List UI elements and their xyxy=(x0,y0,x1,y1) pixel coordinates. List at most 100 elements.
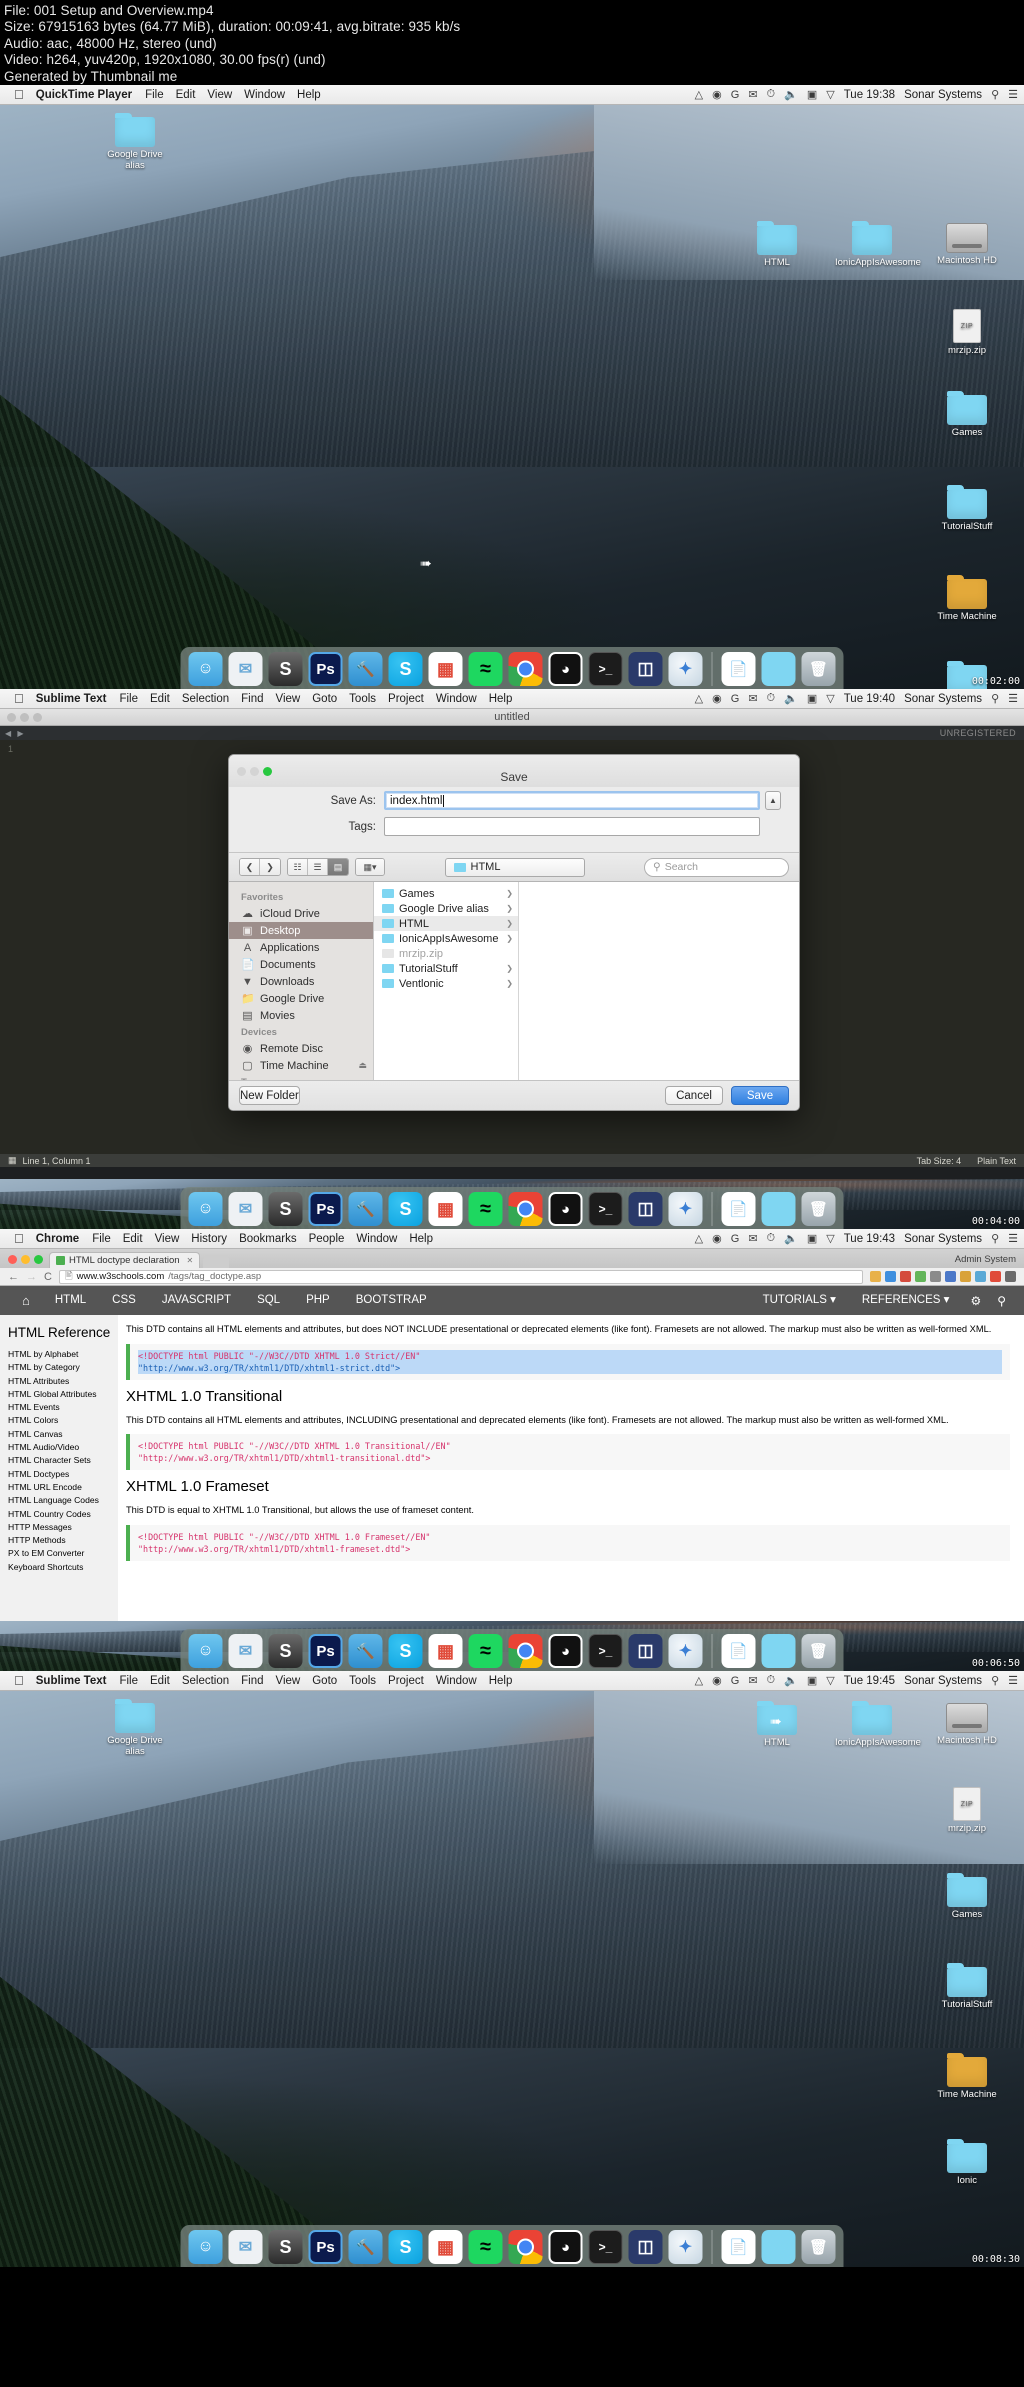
menu-bookmarks[interactable]: Bookmarks xyxy=(239,1233,297,1245)
dock-panel3[interactable] xyxy=(180,1629,844,1671)
menu-window[interactable]: Window xyxy=(436,1675,477,1687)
dock-item-sublime-text[interactable] xyxy=(268,1192,303,1226)
dropbox-icon[interactable]: △ xyxy=(695,692,703,705)
search-icon[interactable]: ⚲ xyxy=(991,1674,999,1687)
dock-item-skype[interactable] xyxy=(388,1634,423,1668)
desktop-icon-google-drive-alias[interactable]: Google Drive alias xyxy=(98,1699,172,1757)
file-row-tutorialstuff[interactable]: TutorialStuff ❯ xyxy=(374,961,518,976)
tab-size-label[interactable]: Tab Size: 4 xyxy=(917,1156,962,1166)
extension-icon[interactable] xyxy=(915,1271,926,1282)
dock-item-finder[interactable] xyxy=(188,1192,223,1226)
nav-references[interactable]: REFERENCES ▾ xyxy=(849,1286,963,1315)
save-dialog[interactable]: Save Save As: index.html ▲ Tags: ❮ ❯ ☷ ☰… xyxy=(228,754,800,1111)
dropbox-icon[interactable]: △ xyxy=(695,88,703,101)
sidebar-item-time-machine[interactable]: ▢ Time Machine ⏏ xyxy=(229,1057,373,1074)
menu-icon[interactable] xyxy=(1005,1271,1016,1282)
maximize-button[interactable] xyxy=(34,1255,43,1264)
desktop-icon-time-machine[interactable]: Time Machine xyxy=(930,575,1004,622)
desktop-icon-ionic[interactable]: Ionic xyxy=(930,2139,1004,2186)
sidebar-link-html-by-alphabet[interactable]: HTML by Alphabet xyxy=(8,1348,118,1361)
logitech-icon[interactable]: G xyxy=(731,693,740,705)
dock-item-photoshop[interactable] xyxy=(308,2230,343,2264)
desktop-icon-games[interactable]: Games xyxy=(930,1873,1004,1920)
code-block-strict[interactable]: <!DOCTYPE html PUBLIC "-//W3C//DTD XHTML… xyxy=(126,1343,1010,1380)
file-row-html[interactable]: HTML ❯ xyxy=(374,916,518,931)
reload-icon[interactable]: C xyxy=(44,1271,52,1283)
dock-item-chrome[interactable] xyxy=(508,652,543,686)
menu-file[interactable]: File xyxy=(119,1675,138,1687)
menubar-user[interactable]: Sonar Systems xyxy=(904,1233,982,1245)
menu-edit[interactable]: Edit xyxy=(150,693,170,705)
syntax-label[interactable]: Plain Text xyxy=(977,1156,1016,1166)
dock-item-safari[interactable] xyxy=(668,652,703,686)
back-icon[interactable]: ← xyxy=(8,1271,19,1283)
minimize-button[interactable] xyxy=(21,1255,30,1264)
clock-icon[interactable]: ⏱ xyxy=(767,88,776,101)
nav-css[interactable]: CSS xyxy=(99,1286,149,1315)
desktop-icon-ionicappisawesome[interactable]: IonicAppIsAwesome xyxy=(835,1701,921,1748)
dock-item-chrome[interactable] xyxy=(508,1634,543,1668)
view-mode-buttons[interactable]: ☷ ☰ ▤ xyxy=(287,858,349,876)
sidebar-link-html-attributes[interactable]: HTML Attributes xyxy=(8,1375,118,1388)
sublime-tabbar[interactable]: ◀ ▶ UNREGISTERED xyxy=(0,726,1024,740)
menu-selection[interactable]: Selection xyxy=(182,1675,229,1687)
extension-icon[interactable] xyxy=(945,1271,956,1282)
dock-item-launchpad[interactable] xyxy=(428,1634,463,1668)
extension-icon[interactable] xyxy=(870,1271,881,1282)
dock-item-downloads[interactable] xyxy=(761,652,796,686)
dock-item-finder[interactable] xyxy=(188,2230,223,2264)
sidebar-link-html-url-encode[interactable]: HTML URL Encode xyxy=(8,1481,118,1494)
menu-view[interactable]: View xyxy=(276,693,301,705)
menu-project[interactable]: Project xyxy=(388,1675,424,1687)
menubar-panel2[interactable]:  Sublime Text File Edit Selection Find … xyxy=(0,689,1024,709)
nav-javascript[interactable]: JAVASCRIPT xyxy=(149,1286,244,1315)
input-icon[interactable]: ▣ xyxy=(807,1674,817,1687)
wifi-icon[interactable]: ▽ xyxy=(826,692,834,705)
dock-item-skype[interactable] xyxy=(388,652,423,686)
dropbox-icon[interactable]: △ xyxy=(695,1674,703,1687)
extension-icon[interactable] xyxy=(900,1271,911,1282)
dock-item-visual-studio[interactable] xyxy=(628,2230,663,2264)
nav-html[interactable]: HTML xyxy=(42,1286,99,1315)
menubar-status-items[interactable]: △ ◉ G ✉ ⏱ 🔈 ▣ ▽ Tue 19:45 Sonar Systems … xyxy=(695,1674,1018,1687)
dock-item-launchpad[interactable] xyxy=(428,1192,463,1226)
sidebar-item-google-drive[interactable]: 📁 Google Drive xyxy=(229,990,373,1007)
tab-nav-arrows-icon[interactable]: ◀ ▶ xyxy=(5,729,26,738)
search-icon[interactable]: ⚲ xyxy=(991,692,999,705)
search-icon[interactable]: ⚲ xyxy=(991,88,999,101)
dock-item-obs[interactable] xyxy=(548,2230,583,2264)
menu-window[interactable]: Window xyxy=(356,1233,397,1245)
file-row-ventlonic[interactable]: Ventlonic ❯ xyxy=(374,976,518,991)
desktop-icon-mrzip[interactable]: mrzip.zip xyxy=(930,309,1004,356)
sidebar-item-remote-disc[interactable]: ◉ Remote Disc xyxy=(229,1040,373,1057)
dock-item-photoshop[interactable] xyxy=(308,652,343,686)
dock-item-documents[interactable] xyxy=(721,2230,756,2264)
browser-tab[interactable]: HTML doctype declaration ✕ xyxy=(49,1252,201,1268)
dock-item-spotify[interactable] xyxy=(468,1192,503,1226)
menu-icon[interactable]: ☰ xyxy=(1008,1232,1018,1245)
dock-item-documents[interactable] xyxy=(721,1634,756,1668)
extension-icon[interactable] xyxy=(885,1271,896,1282)
menu-goto[interactable]: Goto xyxy=(312,1675,337,1687)
extension-icon[interactable] xyxy=(990,1271,1001,1282)
menu-file[interactable]: File xyxy=(145,89,164,101)
menubar-panel4[interactable]:  Sublime Text File Edit Selection Find … xyxy=(0,1671,1024,1691)
search-icon[interactable]: ⚲ xyxy=(991,1232,999,1245)
sidebar-item-applications[interactable]: A Applications xyxy=(229,939,373,956)
menu-history[interactable]: History xyxy=(191,1233,227,1245)
record-icon[interactable]: ◉ xyxy=(712,1674,722,1687)
dock-item-sublime-text[interactable] xyxy=(268,2230,303,2264)
eject-icon[interactable]: ⏏ xyxy=(358,1060,367,1071)
apple-menu-icon[interactable]:  xyxy=(14,1674,24,1687)
record-icon[interactable]: ◉ xyxy=(712,88,722,101)
dock-item-terminal[interactable] xyxy=(588,2230,623,2264)
dock-item-chrome[interactable] xyxy=(508,1192,543,1226)
sidebar-link-html-country-codes[interactable]: HTML Country Codes xyxy=(8,1508,118,1521)
desktop-icon-html[interactable]: HTML xyxy=(740,221,814,268)
logitech-icon[interactable]: G xyxy=(731,1233,740,1245)
dock-item-finder[interactable] xyxy=(188,1634,223,1668)
menu-view[interactable]: View xyxy=(207,89,232,101)
dock-item-downloads[interactable] xyxy=(761,1192,796,1226)
volume-icon[interactable]: 🔈 xyxy=(784,692,798,705)
menu-selection[interactable]: Selection xyxy=(182,693,229,705)
